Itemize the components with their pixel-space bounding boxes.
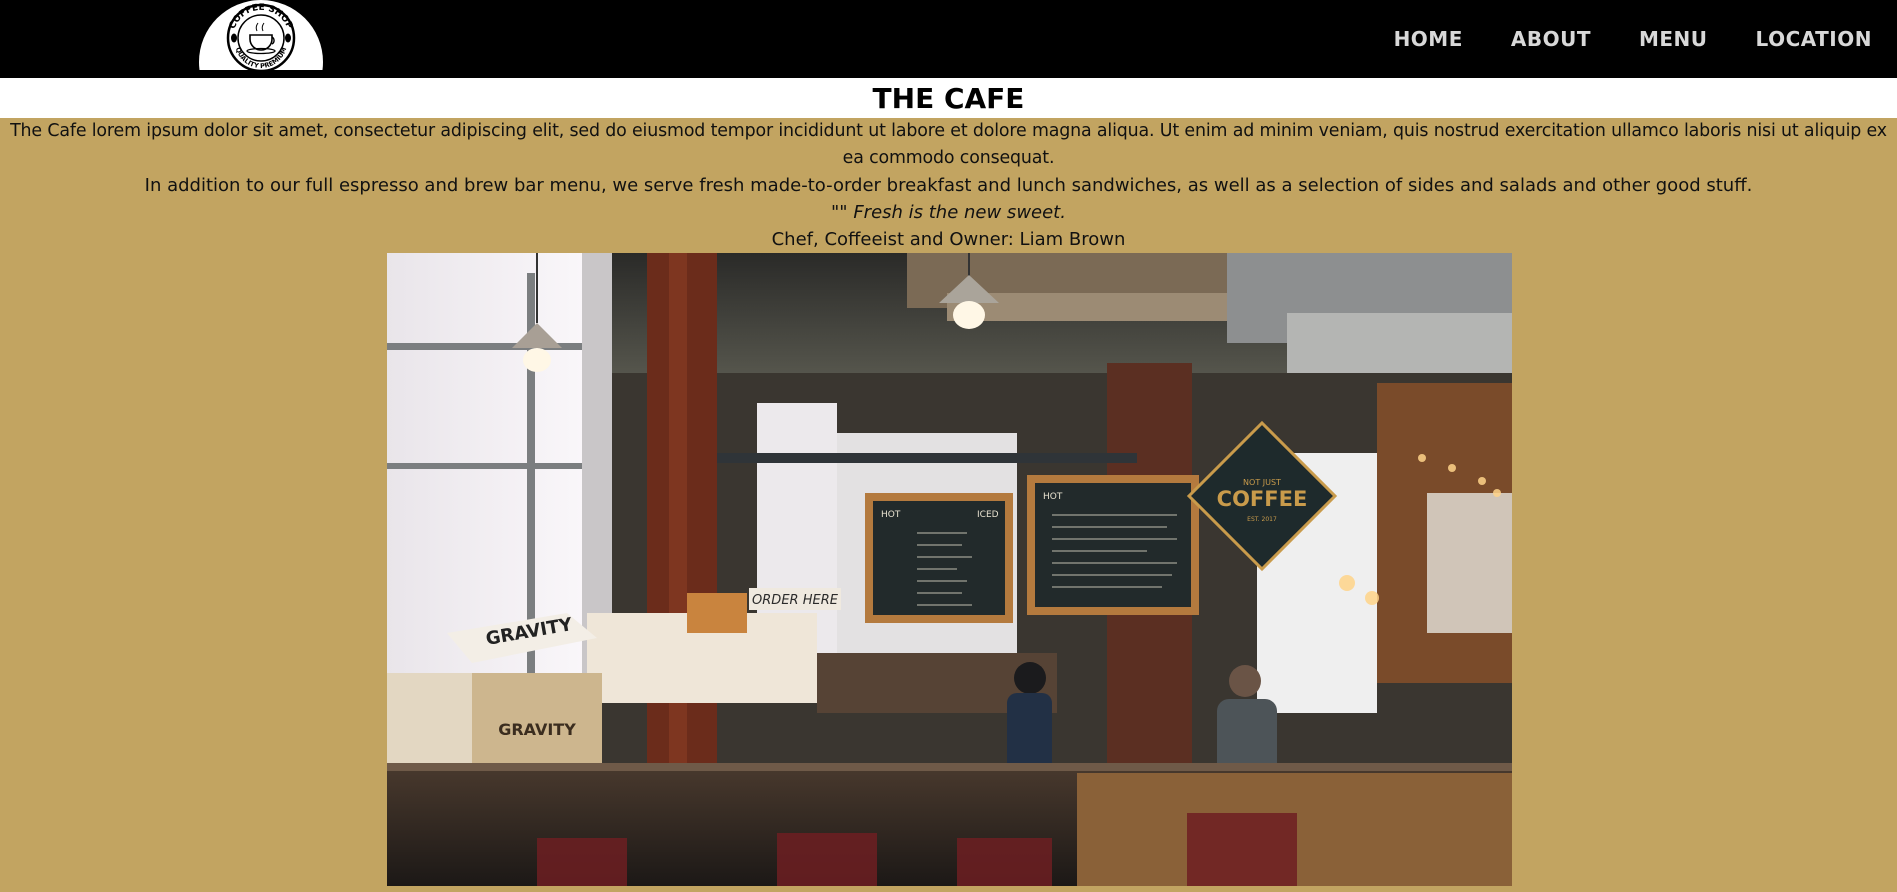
page-title: THE CAFE	[872, 82, 1025, 115]
main-nav: HOME ABOUT MENU LOCATION	[1346, 0, 1897, 78]
chalkboard-left-label: HOT	[881, 510, 901, 520]
menu-paragraph: In addition to our full espresso and bre…	[144, 175, 1753, 196]
sign-main-text: COFFEE	[1217, 487, 1308, 511]
chalkboard-menu-right: HOT	[1027, 475, 1199, 615]
quote-attribution: Chef, Coffeeist and Owner: Liam Brown	[771, 229, 1126, 250]
cafe-interior-photo: HOT ICED HOT NOT JUST COFFEE EST. 2017 O…	[387, 253, 1512, 886]
intro-paragraph: The Cafe lorem ipsum dolor sit amet, con…	[10, 121, 1887, 168]
top-navbar: COFFEE SHOP QUALITY PREMIUM HOME ABOUT M…	[0, 0, 1897, 78]
quote-marks: ""	[831, 202, 848, 223]
owner-quote: "" Fresh is the new sweet.	[0, 199, 1897, 226]
crate-label-front: GRAVITY	[498, 720, 576, 739]
coffee-shop-logo[interactable]: COFFEE SHOP QUALITY PREMIUM	[199, 0, 323, 70]
chalkboard-left-iced-label: ICED	[977, 510, 999, 520]
about-content: The Cafe lorem ipsum dolor sit amet, con…	[0, 118, 1897, 253]
quote-text: Fresh is the new sweet.	[853, 202, 1066, 223]
sign-bottom-text: EST. 2017	[1247, 516, 1277, 523]
nav-link-home[interactable]: HOME	[1394, 27, 1463, 51]
chalkboard-right-label: HOT	[1043, 492, 1063, 502]
sign-top-text: NOT JUST	[1243, 478, 1281, 487]
title-banner: THE CAFE	[0, 78, 1897, 118]
chalkboard-menu-left: HOT ICED	[865, 493, 1013, 623]
nav-link-location[interactable]: LOCATION	[1756, 27, 1872, 51]
nav-link-about[interactable]: ABOUT	[1511, 27, 1591, 51]
nav-link-menu[interactable]: MENU	[1639, 27, 1708, 51]
order-here-text: ORDER HERE	[752, 593, 839, 608]
order-here-sign: ORDER HERE	[749, 588, 841, 610]
